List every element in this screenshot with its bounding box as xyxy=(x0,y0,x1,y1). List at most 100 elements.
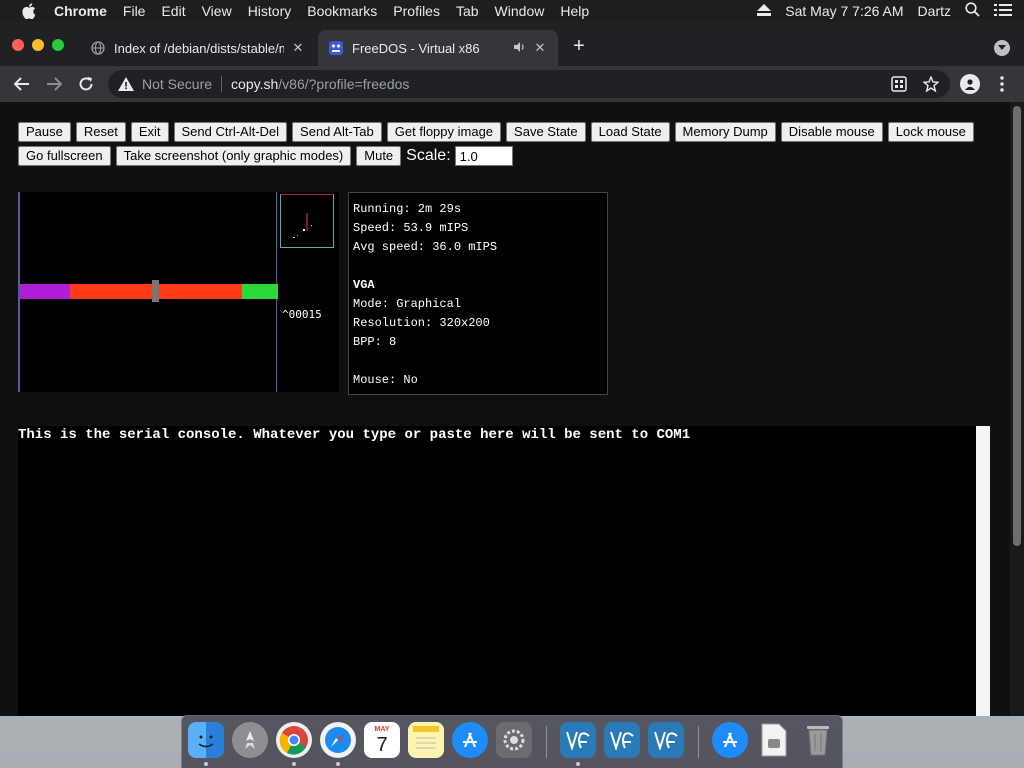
chrome-icon[interactable] xyxy=(276,722,312,758)
menu-view[interactable]: View xyxy=(202,3,232,19)
send-ctrl-alt-del-button[interactable]: Send Ctrl-Alt-Del xyxy=(173,122,288,142)
send-alt-tab-button[interactable]: Send Alt-Tab xyxy=(292,122,382,142)
app-store-icon[interactable] xyxy=(712,722,748,758)
go-fullscreen-button[interactable]: Go fullscreen xyxy=(18,146,111,166)
progress-bar-handle xyxy=(152,280,159,302)
get-floppy-image-button[interactable]: Get floppy image xyxy=(386,122,502,142)
dock: MAY 7 xyxy=(181,715,843,768)
exit-button[interactable]: Exit xyxy=(130,122,169,142)
finder-icon[interactable] xyxy=(188,722,224,758)
disable-mouse-button[interactable]: Disable mouse xyxy=(780,122,883,142)
vscode-icon[interactable] xyxy=(648,722,684,758)
menu-clock[interactable]: Sat May 7 7:26 AM xyxy=(785,3,903,19)
menu-user[interactable]: Dartz xyxy=(918,3,951,19)
progress-bar-purple xyxy=(20,284,72,299)
controls-row-2: Go fullscreen Take screenshot (only grap… xyxy=(18,146,1008,166)
running-indicator xyxy=(576,762,580,766)
close-tab-icon[interactable]: ✕ xyxy=(532,40,548,56)
tab-title: FreeDOS - Virtual x86 xyxy=(352,40,480,56)
v86-favicon-icon xyxy=(328,40,344,56)
spotlight-search-icon[interactable] xyxy=(965,2,980,20)
close-window-button[interactable] xyxy=(12,39,24,51)
eject-icon[interactable] xyxy=(757,3,772,19)
memory-dump-button[interactable]: Memory Dump xyxy=(674,122,776,142)
stat-mouse: Mouse: No xyxy=(353,373,418,387)
minimap xyxy=(280,194,334,248)
speaker-icon[interactable] xyxy=(514,41,526,56)
stat-running: Running: 2m 29s xyxy=(353,202,462,216)
stat-bpp: BPP: 8 xyxy=(353,335,397,349)
safari-icon[interactable] xyxy=(320,722,356,758)
url-host: copy.sh xyxy=(231,76,279,92)
scale-label: Scale: xyxy=(406,147,451,164)
new-tab-button[interactable]: + xyxy=(568,36,590,58)
bookmark-star-icon[interactable] xyxy=(922,75,940,93)
reload-icon[interactable] xyxy=(76,74,96,94)
menu-profiles[interactable]: Profiles xyxy=(393,3,440,19)
take-screenshot-button[interactable]: Take screenshot (only graphic modes) xyxy=(115,146,352,166)
apple-icon[interactable] xyxy=(20,3,38,19)
menu-bar: Chrome File Edit View History Bookmarks … xyxy=(0,0,1024,22)
zoom-window-button[interactable] xyxy=(52,39,64,51)
window-controls xyxy=(12,39,72,51)
calendar-day: 7 xyxy=(376,733,388,756)
forward-arrow-icon[interactable] xyxy=(44,74,64,94)
vscode-icon[interactable] xyxy=(560,722,596,758)
calendar-icon[interactable]: MAY 7 xyxy=(364,722,400,758)
menu-app-name[interactable]: Chrome xyxy=(54,3,107,19)
disk-image-icon[interactable] xyxy=(756,722,792,758)
emulator-counter: ^00015 xyxy=(282,308,322,321)
progress-bar-green xyxy=(242,284,278,299)
system-preferences-icon[interactable] xyxy=(496,722,532,758)
minimize-window-button[interactable] xyxy=(32,39,44,51)
stat-vga-heading: VGA xyxy=(353,278,375,292)
profile-avatar-icon[interactable] xyxy=(960,74,980,94)
menu-bookmarks[interactable]: Bookmarks xyxy=(307,3,377,19)
tab-freedos[interactable]: FreeDOS - Virtual x86 ✕ xyxy=(318,30,558,66)
reset-button[interactable]: Reset xyxy=(75,122,126,142)
more-menu-icon[interactable] xyxy=(994,74,1010,94)
address-bar[interactable]: Not Secure copy.sh/v86/?profile=freedos xyxy=(108,70,950,98)
scale-input[interactable] xyxy=(454,146,513,166)
globe-icon xyxy=(90,40,106,56)
back-arrow-icon[interactable] xyxy=(12,74,32,94)
tab-strip: Index of /debian/dists/stable/m ✕ FreeDO… xyxy=(0,22,1024,66)
app-store-icon[interactable] xyxy=(452,722,488,758)
tab-search-icon[interactable] xyxy=(994,40,1010,56)
menu-history[interactable]: History xyxy=(248,3,292,19)
security-status[interactable]: Not Secure xyxy=(142,76,212,92)
close-tab-icon[interactable]: ✕ xyxy=(290,40,306,56)
running-indicator xyxy=(336,762,340,766)
page-content: Pause Reset Exit Send Ctrl-Alt-Del Send … xyxy=(0,102,1010,716)
control-center-icon[interactable] xyxy=(994,3,1012,20)
menu-help[interactable]: Help xyxy=(560,3,589,19)
running-indicator xyxy=(292,762,296,766)
dock-separator xyxy=(546,726,547,758)
notes-icon[interactable] xyxy=(408,722,444,758)
save-state-button[interactable]: Save State xyxy=(506,122,586,142)
emulator-screen[interactable] xyxy=(18,192,278,392)
trash-icon[interactable] xyxy=(800,722,836,758)
menu-tab[interactable]: Tab xyxy=(456,3,479,19)
mute-button[interactable]: Mute xyxy=(356,146,402,166)
calendar-month: MAY xyxy=(374,725,390,733)
console-scrollbar[interactable] xyxy=(976,426,990,716)
tab-debian-index[interactable]: Index of /debian/dists/stable/m ✕ xyxy=(80,30,316,66)
install-app-icon[interactable] xyxy=(890,75,908,93)
vscode-icon[interactable] xyxy=(604,722,640,758)
menu-window[interactable]: Window xyxy=(495,3,545,19)
pause-button[interactable]: Pause xyxy=(18,122,71,142)
lock-mouse-button[interactable]: Lock mouse xyxy=(887,122,974,142)
page-scrollbar[interactable] xyxy=(1010,102,1024,716)
load-state-button[interactable]: Load State xyxy=(590,122,670,142)
dock-separator xyxy=(698,726,699,758)
menu-file[interactable]: File xyxy=(123,3,146,19)
menu-edit[interactable]: Edit xyxy=(161,3,185,19)
warning-icon[interactable] xyxy=(118,76,134,92)
serial-console[interactable]: This is the serial console. Whatever you… xyxy=(18,426,976,716)
launchpad-icon[interactable] xyxy=(232,722,268,758)
page-scrollbar-thumb[interactable] xyxy=(1013,106,1021,546)
stat-mode: Mode: Graphical xyxy=(353,297,462,311)
emulator-controls: Pause Reset Exit Send Ctrl-Alt-Del Send … xyxy=(18,122,1008,170)
